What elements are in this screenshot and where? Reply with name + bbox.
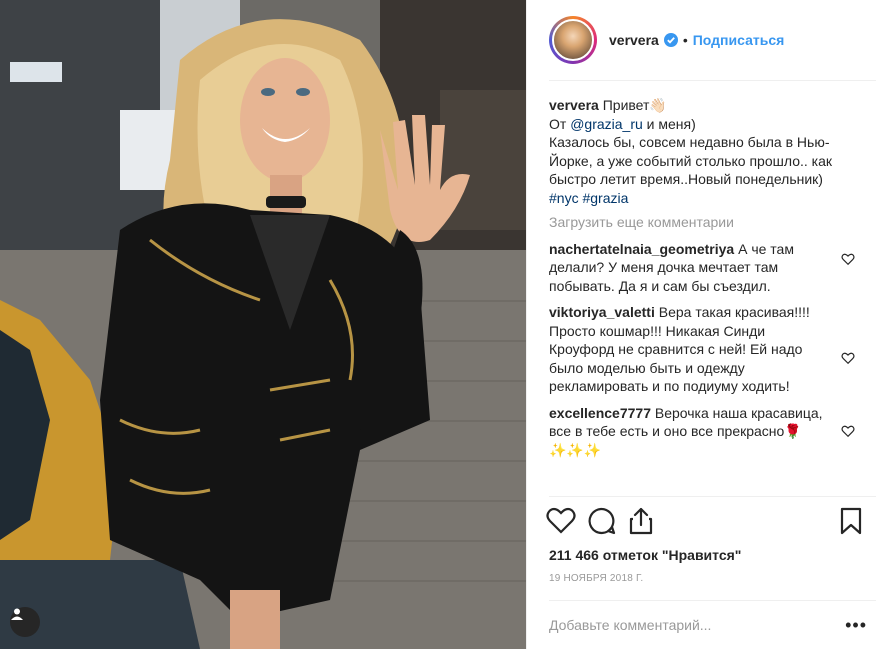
add-comment-input[interactable] <box>549 617 846 633</box>
actions-divider <box>549 496 876 497</box>
verified-badge-icon <box>663 33 678 47</box>
tagged-users-icon[interactable] <box>10 607 40 637</box>
caption-text-2-post: и меня) <box>642 115 696 132</box>
heart-icon[interactable] <box>545 505 577 537</box>
avatar-story-ring[interactable] <box>549 16 597 64</box>
hashtag-link[interactable]: #nyc <box>549 190 579 206</box>
comments-list: ververa Привет👋🏻 От @grazia_ru и меня) К… <box>549 96 855 467</box>
comment-author[interactable]: excellence7777 <box>549 405 651 421</box>
likes-count[interactable]: 211 466 отметок "Нравится" <box>549 547 741 563</box>
caption-author[interactable]: ververa <box>549 97 599 113</box>
comment-like-heart-icon[interactable] <box>841 351 855 365</box>
add-comment-bar: ••• <box>549 602 867 648</box>
load-more-comments-link[interactable]: Загрузить еще комментарии <box>549 213 855 232</box>
post-caption: ververa Привет👋🏻 От @grazia_ru и меня) К… <box>549 96 855 207</box>
photo-illustration <box>0 0 526 649</box>
caption-text-1: Привет👋🏻 <box>602 97 667 113</box>
author-username[interactable]: ververa <box>609 32 659 48</box>
caption-mention-link[interactable]: @grazia_ru <box>570 116 643 132</box>
caption-text-2-pre: От <box>549 115 571 132</box>
comment-like-heart-icon[interactable] <box>841 424 855 438</box>
header-divider <box>549 80 876 81</box>
follow-button[interactable]: Подписаться <box>693 32 785 48</box>
avatar <box>552 19 594 61</box>
caption-text-3: Казалось бы, совсем недавно была в Нью-Й… <box>549 134 832 187</box>
comment-author[interactable]: viktoriya_valetti <box>549 304 655 320</box>
comment-input-divider <box>549 600 876 601</box>
action-bar <box>545 505 876 545</box>
post-side-panel: ververa • Подписаться ververa Привет👋🏻 О… <box>526 0 876 649</box>
separator-dot: • <box>682 32 688 48</box>
comment-item: nachertatelnaia_geometriya А че там дела… <box>549 240 855 296</box>
comment-like-heart-icon[interactable] <box>841 252 855 266</box>
post-date[interactable]: 19 НОЯБРЯ 2018 Г. <box>549 573 643 584</box>
hashtag-link[interactable]: #grazia <box>582 190 628 206</box>
instagram-post: ververa • Подписаться ververa Привет👋🏻 О… <box>0 0 876 649</box>
more-options-icon[interactable]: ••• <box>845 615 867 636</box>
comment-author[interactable]: nachertatelnaia_geometriya <box>549 241 734 257</box>
comment-item: viktoriya_valetti Вера такая красивая!!!… <box>549 303 855 396</box>
share-icon[interactable] <box>625 505 657 537</box>
comment-item: excellence7777 Верочка наша красавица, в… <box>549 404 855 460</box>
post-header: ververa • Подписаться <box>527 0 876 80</box>
post-photo[interactable] <box>0 0 526 649</box>
comment-bubble-icon[interactable] <box>585 505 617 537</box>
bookmark-icon[interactable] <box>835 505 867 537</box>
